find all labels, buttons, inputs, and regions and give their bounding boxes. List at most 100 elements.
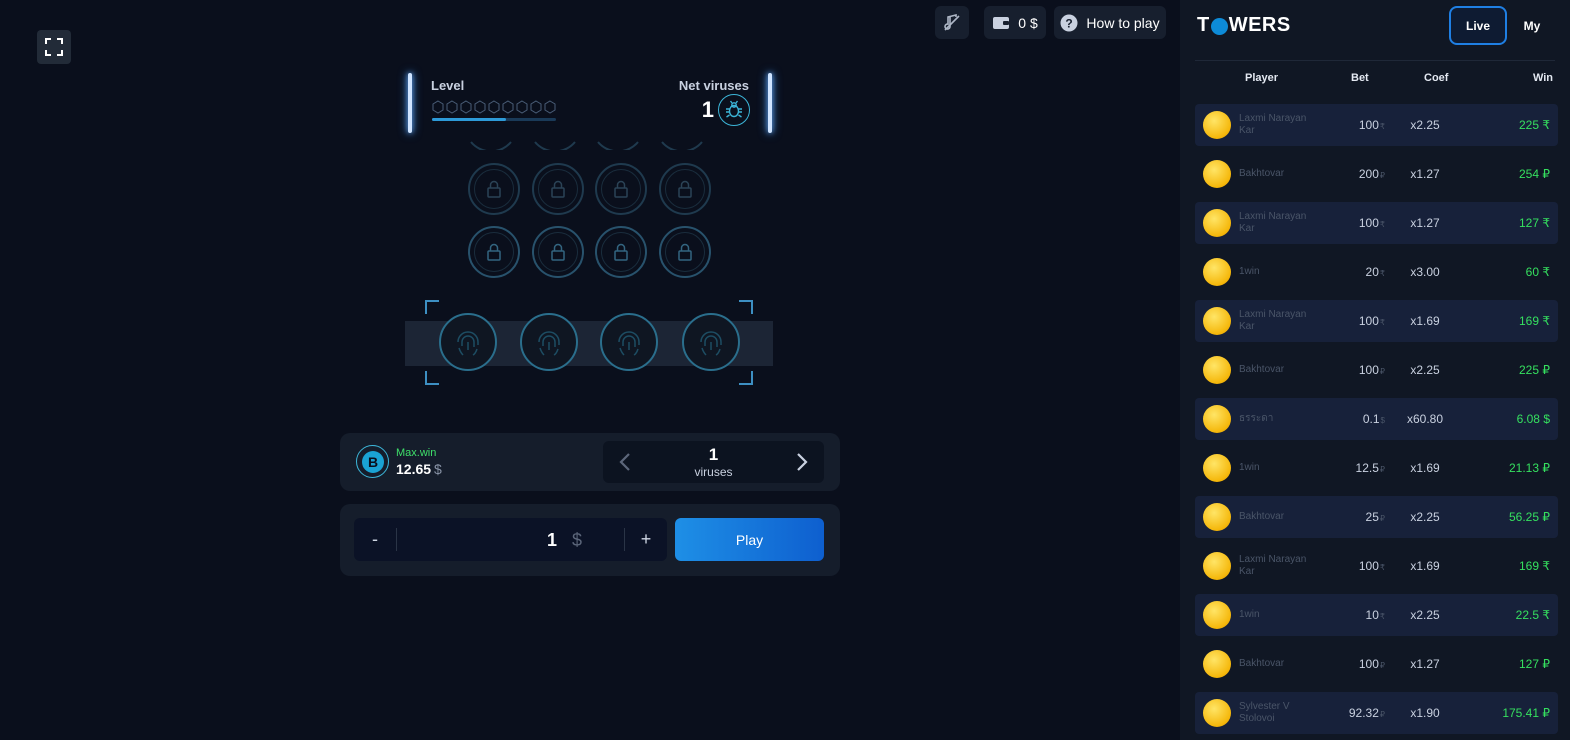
max-win-currency: $ bbox=[434, 461, 442, 477]
win-value: 22.5 ₹ bbox=[1515, 608, 1550, 622]
increase-bet-button[interactable]: + bbox=[625, 518, 667, 561]
bet-value: 92.32₽ bbox=[1315, 706, 1385, 720]
coin-avatar-icon bbox=[1203, 503, 1231, 531]
sound-toggle-button[interactable] bbox=[935, 6, 969, 39]
lock-icon bbox=[487, 243, 501, 261]
bet-currency: ₽ bbox=[1379, 514, 1385, 523]
locked-cell bbox=[659, 163, 711, 215]
bet-currency: ₹ bbox=[1379, 220, 1385, 229]
lock-icon bbox=[551, 180, 565, 198]
bet-value: 10₹ bbox=[1315, 608, 1385, 622]
virus-next-button[interactable] bbox=[780, 441, 824, 483]
coin-avatar-icon bbox=[1203, 111, 1231, 139]
fingerprint-cell[interactable] bbox=[600, 313, 658, 371]
selection-corner bbox=[425, 300, 439, 314]
coef-value: x60.80 bbox=[1406, 412, 1444, 426]
player-name: 1win bbox=[1239, 266, 1260, 277]
player-name: Laxmi Narayan Kar bbox=[1239, 554, 1307, 577]
table-row: Laxmi Narayan Kar 100₹ x1.69 169 ₹ bbox=[1195, 300, 1558, 342]
player-name: Laxmi Narayan Kar bbox=[1239, 211, 1307, 234]
coef-value: x1.69 bbox=[1410, 559, 1440, 573]
win-value: 60 ₹ bbox=[1525, 265, 1550, 279]
level-progress-bar bbox=[432, 118, 556, 121]
table-row: Bakhtovar 100₽ x1.27 127 ₽ bbox=[1195, 643, 1558, 685]
table-row: Bakhtovar 200₽ x1.27 254 ₽ bbox=[1195, 153, 1558, 195]
table-row: Sylvester V Stolovoi 92.32₽ x1.90 175.41 ₽ bbox=[1195, 692, 1558, 734]
fingerprint-cell[interactable] bbox=[439, 313, 497, 371]
grid-row-partial bbox=[470, 141, 703, 150]
player-name: Bakhtovar bbox=[1239, 511, 1285, 522]
column-coef: Coef bbox=[1424, 72, 1449, 84]
bet-currency: ₽ bbox=[1379, 171, 1385, 180]
tab-my[interactable]: My bbox=[1511, 6, 1553, 45]
bet-currency: ₽ bbox=[1379, 710, 1385, 719]
bet-currency: ₹ bbox=[1379, 122, 1385, 131]
tab-live[interactable]: Live bbox=[1449, 6, 1507, 45]
bet-value: 100₽ bbox=[1315, 363, 1385, 377]
fullscreen-icon bbox=[45, 38, 63, 56]
bet-panel: - 1 $ + Play bbox=[340, 504, 840, 576]
net-viruses-value: 1 bbox=[701, 97, 714, 122]
wallet-button[interactable]: 0 $ bbox=[984, 6, 1046, 39]
wallet-balance: 0 $ bbox=[1018, 14, 1038, 31]
coin-avatar-icon bbox=[1203, 307, 1231, 335]
table-row: 1win 12.5₽ x1.69 21.13 ₽ bbox=[1195, 447, 1558, 489]
player-name: Bakhtovar bbox=[1239, 364, 1285, 375]
panel-right-bar bbox=[768, 73, 772, 133]
chevron-right-icon bbox=[797, 453, 808, 471]
player-name: Laxmi Narayan Kar bbox=[1239, 309, 1307, 332]
table-row: Bakhtovar 100₽ x2.25 225 ₽ bbox=[1195, 349, 1558, 391]
coin-avatar-icon bbox=[1203, 209, 1231, 237]
win-value: 127 ₽ bbox=[1519, 657, 1550, 671]
locked-cell bbox=[659, 226, 711, 278]
sound-off-icon bbox=[944, 13, 960, 31]
locked-cell bbox=[532, 163, 584, 215]
table-row: Laxmi Narayan Kar 100₹ x1.69 169 ₹ bbox=[1195, 545, 1558, 587]
fingerprint-cell[interactable] bbox=[520, 313, 578, 371]
tower-grid bbox=[405, 130, 775, 290]
coef-value: x1.90 bbox=[1410, 706, 1440, 720]
bets-table-header: Player Bet Coef Win bbox=[1195, 72, 1555, 88]
bet-amount: 100 bbox=[1358, 314, 1379, 328]
coef-value: x2.25 bbox=[1410, 363, 1440, 377]
fingerprint-icon bbox=[700, 331, 722, 356]
coin-avatar-icon bbox=[1203, 601, 1231, 629]
win-value: 225 ₹ bbox=[1519, 118, 1550, 132]
how-to-play-label: How to play bbox=[1086, 14, 1160, 31]
table-row: ธรระดา 0.1$ x60.80 6.08 $ bbox=[1195, 398, 1558, 440]
selection-corner bbox=[739, 300, 753, 314]
bitcoin-icon: B bbox=[361, 450, 384, 473]
svg-text:?: ? bbox=[1066, 16, 1073, 30]
bet-amount-field[interactable]: - 1 $ + bbox=[354, 518, 667, 561]
coin-avatar-icon bbox=[1203, 650, 1231, 678]
coef-value: x1.27 bbox=[1410, 657, 1440, 671]
bug-badge bbox=[718, 94, 750, 126]
locked-cell bbox=[532, 226, 584, 278]
win-value: 175.41 ₽ bbox=[1502, 706, 1550, 720]
lock-icon bbox=[487, 180, 501, 198]
player-name: Bakhtovar bbox=[1239, 168, 1285, 179]
fullscreen-button[interactable] bbox=[37, 30, 71, 64]
table-row: Bakhtovar 25₽ x2.25 56.25 ₽ bbox=[1195, 496, 1558, 538]
how-to-play-button[interactable]: ? How to play bbox=[1054, 6, 1166, 39]
bet-amount: 1 bbox=[546, 530, 557, 550]
decrease-bet-button[interactable]: - bbox=[354, 518, 396, 561]
panel-left-bar bbox=[408, 73, 412, 133]
bet-amount: 92.32 bbox=[1348, 706, 1379, 720]
table-row: 1win 10₹ x2.25 22.5 ₹ bbox=[1195, 594, 1558, 636]
level-hexagons bbox=[432, 100, 556, 114]
table-row: Laxmi Narayan Kar 100₹ x2.25 225 ₹ bbox=[1195, 104, 1558, 146]
bet-currency: ₹ bbox=[1379, 612, 1385, 621]
selection-corner bbox=[739, 371, 753, 385]
max-win-panel: B Max.win 12.65 $ 1 viruses bbox=[340, 433, 840, 491]
play-button[interactable]: Play bbox=[675, 518, 824, 561]
question-icon: ? bbox=[1060, 14, 1078, 31]
coef-value: x1.27 bbox=[1410, 216, 1440, 230]
fingerprint-icon bbox=[538, 331, 560, 356]
towers-logo: T WERS bbox=[1197, 14, 1291, 37]
logo-text-start: T bbox=[1197, 14, 1210, 36]
bet-value: 100₹ bbox=[1315, 216, 1385, 230]
player-name: 1win bbox=[1239, 462, 1260, 473]
fingerprint-cell[interactable] bbox=[682, 313, 740, 371]
level-panel: Level Net viruses 1 bbox=[408, 73, 772, 133]
